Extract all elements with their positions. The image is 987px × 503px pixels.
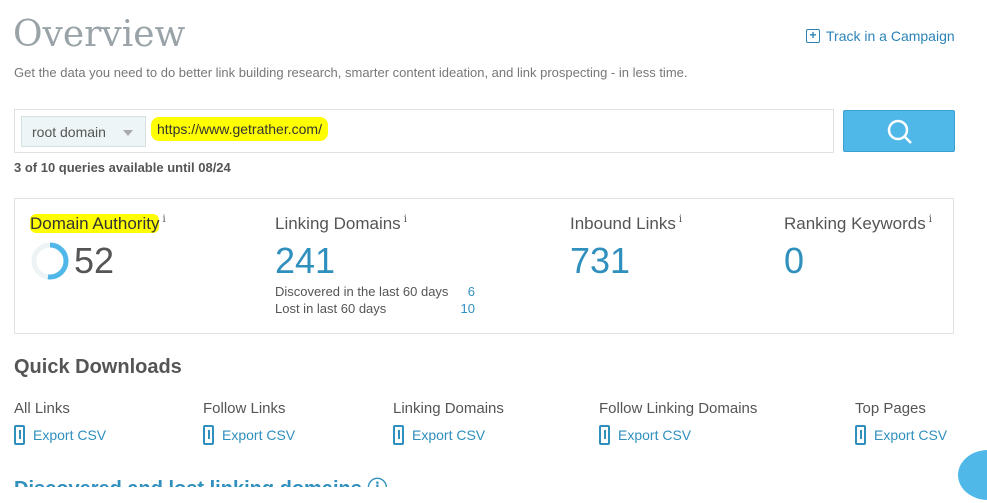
download-item: Linking Domains Export CSV	[393, 400, 504, 445]
stat-value: 52	[74, 240, 115, 281]
stat-value: 0	[784, 240, 805, 281]
file-download-icon	[599, 425, 610, 445]
plus-icon: +	[806, 29, 820, 43]
stat-inbound-links: Inbound Links i 731	[570, 214, 682, 282]
export-label: Export CSV	[412, 427, 486, 443]
export-csv-link[interactable]: Export CSV	[393, 425, 504, 445]
page-title: Overview	[13, 14, 186, 55]
info-icon[interactable]: i	[404, 214, 407, 225]
stat-value: 731	[570, 240, 631, 281]
quick-downloads-heading: Quick Downloads	[14, 356, 182, 378]
export-label: Export CSV	[222, 427, 296, 443]
stat-value: 241	[275, 240, 336, 281]
search-button[interactable]	[843, 110, 955, 152]
chevron-down-icon	[123, 130, 133, 136]
export-csv-link[interactable]: Export CSV	[203, 425, 295, 445]
export-label: Export CSV	[618, 427, 692, 443]
lost-label: Lost in last 60 days	[275, 301, 387, 316]
discovered-value[interactable]: 6	[468, 284, 475, 299]
info-icon[interactable]: i	[162, 214, 165, 225]
stats-panel: Domain Authority i 52 Linking Domains i 24…	[14, 198, 954, 334]
export-csv-link[interactable]: Export CSV	[599, 425, 757, 445]
info-icon[interactable]: i	[679, 214, 682, 225]
stat-domain-authority: Domain Authority i 52	[30, 214, 166, 282]
stat-label: Ranking Keywords	[784, 214, 926, 233]
query-quota: 3 of 10 queries available until 08/24	[14, 160, 231, 175]
section-heading: Discovered and lost linking domains ⓘ	[14, 476, 387, 487]
download-label: Follow Links	[203, 400, 286, 417]
export-csv-link[interactable]: Export CSV	[14, 425, 106, 445]
download-label: Follow Linking Domains	[599, 400, 758, 417]
track-campaign-link[interactable]: + Track in a Campaign	[806, 28, 955, 44]
download-item: Follow Linking Domains Export CSV	[599, 400, 757, 445]
scope-select[interactable]: root domain	[21, 116, 146, 147]
discovered-label: Discovered in the last 60 days	[275, 284, 449, 299]
download-item: Top Pages Export CSV	[855, 400, 947, 445]
stat-label: Linking Domains	[275, 214, 401, 233]
download-item: Follow Links Export CSV	[203, 400, 295, 445]
track-label: Track in a Campaign	[826, 28, 955, 44]
stat-label: Inbound Links	[570, 214, 676, 233]
info-icon[interactable]: i	[929, 214, 932, 225]
download-label: All Links	[14, 400, 70, 417]
export-csv-link[interactable]: Export CSV	[855, 425, 947, 445]
file-download-icon	[393, 425, 404, 445]
search-bar: root domain https://www.getrather.com/	[14, 109, 834, 153]
scope-value: root domain	[32, 124, 106, 140]
stat-linking-domains: Linking Domains i 241 Discovered in the l…	[275, 214, 475, 316]
file-download-icon	[203, 425, 214, 445]
file-download-icon	[855, 425, 866, 445]
stat-ranking-keywords: Ranking Keywords i 0	[784, 214, 932, 282]
search-icon	[887, 119, 912, 144]
lost-value[interactable]: 10	[461, 301, 475, 316]
file-download-icon	[14, 425, 25, 445]
download-label: Linking Domains	[393, 400, 504, 417]
download-item: All Links Export CSV	[14, 400, 106, 445]
stat-label: Domain Authority	[30, 214, 160, 233]
download-label: Top Pages	[855, 400, 926, 417]
export-label: Export CSV	[33, 427, 107, 443]
url-input[interactable]: https://www.getrather.com/	[151, 117, 328, 141]
da-gauge	[31, 242, 69, 280]
chat-button[interactable]	[958, 450, 987, 500]
export-label: Export CSV	[874, 427, 948, 443]
page-subtitle: Get the data you need to do better link …	[14, 65, 688, 80]
